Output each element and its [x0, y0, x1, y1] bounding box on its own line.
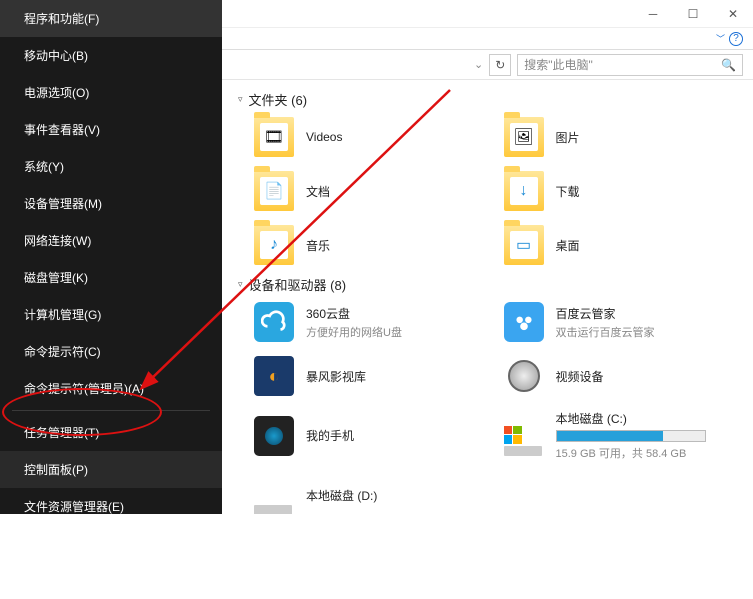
menu-item-search[interactable]: 搜索(S) — [0, 525, 222, 562]
menu-item-taskmgr[interactable]: 任务管理器(T) — [0, 414, 222, 451]
chevron-down-icon: ▿ — [238, 94, 243, 105]
drive-usage-bar — [556, 430, 706, 442]
menu-item-eventviewer[interactable]: 事件查看器(V) — [0, 111, 222, 148]
group-header-folders[interactable]: ▿ 文件夹 (6) — [238, 90, 753, 109]
menu-item-cmd-admin[interactable]: 命令提示符(管理员)(A) — [0, 370, 222, 407]
menu-item-diskmgmt[interactable]: 磁盘管理(K) — [0, 259, 222, 296]
device-sublabel: 方便好用的网络U盘 — [306, 324, 402, 340]
group-title-devices: 设备和驱动器 (8) — [249, 275, 347, 294]
device-label: 视频设备 — [556, 368, 604, 385]
drive-label: 本地磁盘 (C:) — [556, 410, 716, 427]
folder-icon: 🎞 — [254, 117, 294, 157]
chevron-down-icon: ▿ — [238, 279, 243, 290]
folder-documents[interactable]: 📄 文档 — [254, 171, 494, 211]
menu-item-system[interactable]: 系统(Y) — [0, 148, 222, 185]
device-label: 我的手机 — [306, 427, 354, 444]
menu-item-programs[interactable]: 程序和功能(F) — [0, 0, 222, 37]
minimize-button[interactable]: ─ — [633, 0, 673, 28]
folder-label: 下载 — [556, 183, 580, 200]
baidu-icon — [504, 302, 544, 342]
devices-grid: 360云盘 方便好用的网络U盘 百度云管家 双击运行百度云管家 ◐ 暴风影视库 — [234, 302, 753, 514]
drive-icon — [504, 416, 544, 456]
menu-item-devicemgr[interactable]: 设备管理器(M) — [0, 185, 222, 222]
webcam-icon — [504, 356, 544, 396]
drive-label: 本地磁盘 (D:) — [306, 487, 377, 504]
refresh-button[interactable]: ↻ — [489, 54, 511, 76]
menu-item-explorer[interactable]: 文件资源管理器(E) — [0, 488, 222, 525]
folder-label: 桌面 — [556, 237, 580, 254]
menu-item-cmd[interactable]: 命令提示符(C) — [0, 333, 222, 370]
folder-icon: 📄 — [254, 171, 294, 211]
chevron-down-icon[interactable]: ﹀ — [716, 32, 725, 45]
folder-icon: 🖼 — [504, 117, 544, 157]
menu-item-power[interactable]: 电源选项(O) — [0, 74, 222, 111]
menu-item-compmgmt[interactable]: 计算机管理(G) — [0, 296, 222, 333]
address-dropdown[interactable]: ⌄ — [474, 58, 483, 71]
folder-label: 图片 — [556, 129, 580, 146]
ribbon-collapse-row: ﹀ ? — [222, 28, 753, 50]
device-360cloud[interactable]: 360云盘 方便好用的网络U盘 — [254, 302, 494, 342]
menu-item-controlpanel[interactable]: 控制面板(P) — [0, 451, 222, 488]
address-bar-row: ⌄ ↻ 搜索"此电脑" 🔍 — [222, 50, 753, 80]
close-button[interactable]: ✕ — [713, 0, 753, 28]
device-baiducloud[interactable]: 百度云管家 双击运行百度云管家 — [504, 302, 744, 342]
baofeng-icon: ◐ — [254, 356, 294, 396]
device-label: 暴风影视库 — [306, 368, 366, 385]
folder-label: 文档 — [306, 183, 330, 200]
search-icon: 🔍 — [721, 58, 736, 72]
explorer-window: ─ ☐ ✕ ﹀ ? ⌄ ↻ 搜索"此电脑" 🔍 ▿ 文件夹 (6) 🎞 Vide… — [222, 0, 753, 514]
device-label: 360云盘 — [306, 305, 402, 322]
device-baofeng[interactable]: ◐ 暴风影视库 — [254, 356, 494, 396]
maximize-button[interactable]: ☐ — [673, 0, 713, 28]
folder-videos[interactable]: 🎞 Videos — [254, 117, 494, 157]
titlebar: ─ ☐ ✕ — [222, 0, 753, 28]
device-drive-d[interactable]: 本地磁盘 (D:) — [254, 475, 494, 514]
menu-item-run[interactable]: 运行(R) — [0, 562, 222, 599]
device-drive-c[interactable]: 本地磁盘 (C:) 15.9 GB 可用，共 58.4 GB — [504, 410, 744, 461]
group-header-devices[interactable]: ▿ 设备和驱动器 (8) — [238, 275, 753, 294]
folder-icon: ♪ — [254, 225, 294, 265]
help-icon[interactable]: ? — [729, 32, 743, 46]
device-sublabel: 双击运行百度云管家 — [556, 324, 655, 340]
menu-separator — [12, 410, 210, 411]
search-input[interactable]: 搜索"此电脑" 🔍 — [517, 54, 743, 76]
drive-sublabel: 15.9 GB 可用，共 58.4 GB — [556, 445, 716, 461]
cloud-icon — [254, 302, 294, 342]
folder-music[interactable]: ♪ 音乐 — [254, 225, 494, 265]
drive-icon — [254, 475, 294, 514]
menu-item-mobility[interactable]: 移动中心(B) — [0, 37, 222, 74]
folder-desktop[interactable]: ▭ 桌面 — [504, 225, 744, 265]
device-phone[interactable]: 我的手机 — [254, 410, 494, 461]
folder-downloads[interactable]: ↓ 下载 — [504, 171, 744, 211]
content-area: ▿ 文件夹 (6) 🎞 Videos 🖼 图片 📄 文档 ↓ 下载 ♪ 音乐 — [222, 80, 753, 514]
device-webcam[interactable]: 视频设备 — [504, 356, 744, 396]
folder-label: Videos — [306, 130, 342, 144]
folders-grid: 🎞 Videos 🖼 图片 📄 文档 ↓ 下载 ♪ 音乐 ▭ 桌面 — [234, 117, 753, 265]
group-title-folders: 文件夹 (6) — [249, 90, 308, 109]
folder-icon: ▭ — [504, 225, 544, 265]
folder-pictures[interactable]: 🖼 图片 — [504, 117, 744, 157]
search-placeholder: 搜索"此电脑" — [524, 56, 593, 73]
device-label: 百度云管家 — [556, 305, 655, 322]
menu-item-network[interactable]: 网络连接(W) — [0, 222, 222, 259]
folder-icon: ↓ — [504, 171, 544, 211]
winx-context-menu: 程序和功能(F) 移动中心(B) 电源选项(O) 事件查看器(V) 系统(Y) … — [0, 0, 222, 514]
phone-icon — [254, 416, 294, 456]
folder-label: 音乐 — [306, 237, 330, 254]
